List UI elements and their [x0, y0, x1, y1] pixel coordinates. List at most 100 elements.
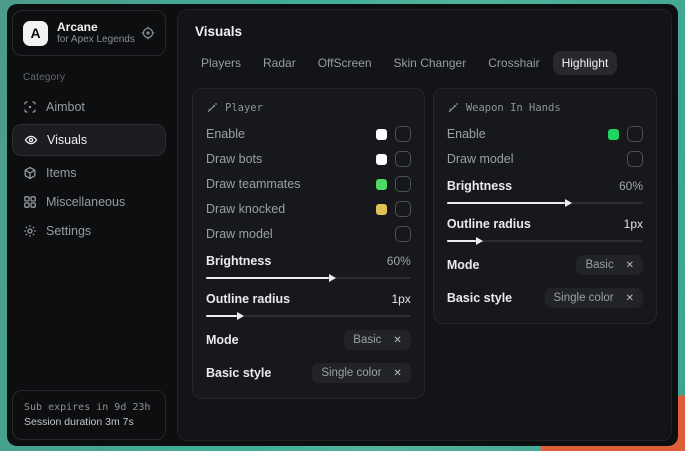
- basic-style-select-row: Basic style Single color ✕: [447, 288, 643, 308]
- outline-radius-slider[interactable]: [447, 240, 643, 242]
- slider-thumb[interactable]: [476, 237, 483, 245]
- sidebar-item-aimbot[interactable]: Aimbot: [12, 93, 166, 121]
- mode-tag[interactable]: Basic ✕: [344, 330, 411, 350]
- draw-bots-checkbox[interactable]: [395, 151, 411, 167]
- mode-select-row: Mode Basic ✕: [447, 255, 643, 275]
- select-label: Mode: [447, 258, 480, 272]
- draw-model-checkbox[interactable]: [395, 226, 411, 242]
- select-label: Mode: [206, 333, 239, 347]
- tag-value: Single color: [321, 367, 381, 379]
- sidebar-header: A Arcane for Apex Legends: [12, 10, 166, 56]
- eye-icon: [23, 133, 38, 147]
- mode-select-row: Mode Basic ✕: [206, 330, 411, 350]
- brightness-slider[interactable]: [447, 202, 643, 204]
- toggle-row-enable: Enable: [206, 126, 411, 142]
- toggle-row-draw-model: Draw model: [447, 151, 643, 167]
- close-icon[interactable]: ✕: [626, 260, 634, 271]
- color-swatch[interactable]: [376, 179, 387, 190]
- draw-knocked-checkbox[interactable]: [395, 201, 411, 217]
- basic-style-tag[interactable]: Single color ✕: [312, 363, 410, 383]
- tab-crosshair[interactable]: Crosshair: [479, 51, 548, 75]
- color-swatch[interactable]: [376, 154, 387, 165]
- slider-thumb[interactable]: [237, 312, 244, 320]
- wand-icon: [206, 102, 218, 114]
- slider-thumb[interactable]: [329, 274, 336, 282]
- toggle-label: Enable: [447, 127, 486, 141]
- brightness-slider-block: Brightness 60%: [447, 179, 643, 204]
- grid-icon: [22, 195, 37, 209]
- slider-value: 1px: [391, 292, 410, 306]
- page-title: Visuals: [195, 24, 657, 39]
- sidebar-item-miscellaneous[interactable]: Miscellaneous: [12, 188, 166, 216]
- slider-label: Outline radius: [447, 217, 531, 231]
- panel-title: Weapon In Hands: [466, 102, 561, 114]
- toggle-row-draw-teammates: Draw teammates: [206, 176, 411, 192]
- tag-value: Single color: [554, 292, 614, 304]
- close-icon[interactable]: ✕: [393, 335, 401, 346]
- toggle-label: Draw teammates: [206, 177, 300, 191]
- app-window: A Arcane for Apex Legends Category Aimbo: [7, 4, 678, 446]
- tag-value: Basic: [353, 334, 381, 346]
- wand-icon: [447, 102, 459, 114]
- outline-radius-slider[interactable]: [206, 315, 411, 317]
- category-label: Category: [23, 72, 166, 83]
- slider-label: Brightness: [447, 179, 512, 193]
- color-swatch[interactable]: [608, 129, 619, 140]
- tab-offscreen[interactable]: OffScreen: [309, 51, 381, 75]
- color-swatch[interactable]: [376, 129, 387, 140]
- slider-label: Brightness: [206, 254, 271, 268]
- tag-value: Basic: [585, 259, 613, 271]
- subscription-info: Sub expires in 9d 23h Session duration 3…: [12, 390, 166, 440]
- sidebar-item-label: Settings: [46, 224, 91, 238]
- sidebar-item-items[interactable]: Items: [12, 159, 166, 187]
- close-icon[interactable]: ✕: [393, 368, 401, 379]
- draw-model-checkbox[interactable]: [627, 151, 643, 167]
- toggle-label: Draw knocked: [206, 202, 285, 216]
- toggle-row-draw-knocked: Draw knocked: [206, 201, 411, 217]
- panel-title: Player: [225, 102, 263, 114]
- sidebar-item-settings[interactable]: Settings: [12, 217, 166, 245]
- enable-checkbox[interactable]: [627, 126, 643, 142]
- target-icon[interactable]: [141, 26, 155, 40]
- sidebar-item-label: Items: [46, 166, 77, 180]
- tab-skin-changer[interactable]: Skin Changer: [385, 51, 476, 75]
- toggle-label: Draw bots: [206, 152, 262, 166]
- player-panel: Player Enable Draw bots: [192, 88, 425, 399]
- brightness-slider-block: Brightness 60%: [206, 254, 411, 279]
- gear-icon: [22, 224, 37, 238]
- app-subtitle: for Apex Legends: [57, 34, 132, 46]
- slider-thumb[interactable]: [565, 199, 572, 207]
- weapon-in-hands-panel: Weapon In Hands Enable Draw model: [433, 88, 657, 324]
- app-logo: A: [23, 21, 48, 46]
- sidebar-item-label: Miscellaneous: [46, 195, 125, 209]
- sidebar: A Arcane for Apex Legends Category Aimbo: [7, 4, 171, 446]
- slider-value: 60%: [387, 254, 411, 268]
- draw-teammates-checkbox[interactable]: [395, 176, 411, 192]
- outline-radius-slider-block: Outline radius 1px: [206, 292, 411, 317]
- tab-highlight[interactable]: Highlight: [553, 51, 618, 75]
- tab-content: Player Enable Draw bots: [192, 88, 657, 399]
- package-icon: [22, 166, 37, 180]
- tab-bar: Players Radar OffScreen Skin Changer Cro…: [192, 51, 657, 75]
- sub-expires-text: Sub expires in 9d 23h: [24, 400, 154, 415]
- close-icon[interactable]: ✕: [626, 293, 634, 304]
- toggle-label: Draw model: [206, 227, 273, 241]
- enable-checkbox[interactable]: [395, 126, 411, 142]
- toggle-label: Draw model: [447, 152, 514, 166]
- select-label: Basic style: [206, 366, 271, 380]
- slider-value: 1px: [624, 217, 643, 231]
- slider-label: Outline radius: [206, 292, 290, 306]
- main-panel: Visuals Players Radar OffScreen Skin Cha…: [177, 9, 672, 441]
- tab-radar[interactable]: Radar: [254, 51, 305, 75]
- tab-players[interactable]: Players: [192, 51, 250, 75]
- basic-style-tag[interactable]: Single color ✕: [545, 288, 643, 308]
- sidebar-item-label: Aimbot: [46, 100, 85, 114]
- color-swatch[interactable]: [376, 204, 387, 215]
- toggle-label: Enable: [206, 127, 245, 141]
- sidebar-item-visuals[interactable]: Visuals: [12, 124, 166, 156]
- mode-tag[interactable]: Basic ✕: [576, 255, 643, 275]
- outline-radius-slider-block: Outline radius 1px: [447, 217, 643, 242]
- toggle-row-draw-model: Draw model: [206, 226, 411, 242]
- session-duration-text: Session duration 3m 7s: [24, 415, 154, 430]
- brightness-slider[interactable]: [206, 277, 411, 279]
